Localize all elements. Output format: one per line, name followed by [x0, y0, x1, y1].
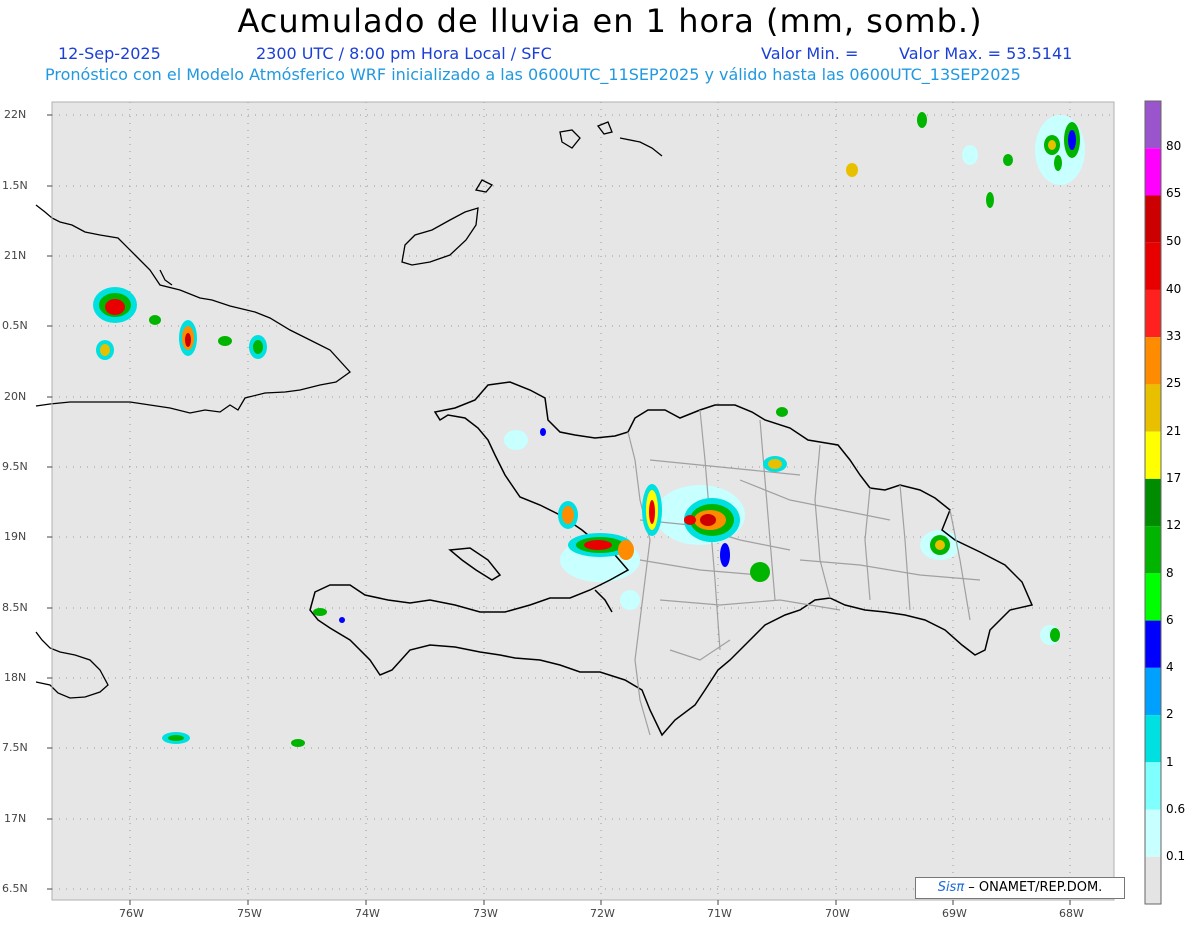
credit-text: – ONAMET/REP.DOM. [964, 880, 1103, 895]
lat-label: 8.5N [2, 601, 28, 614]
colorbar-label: 80 [1166, 139, 1182, 153]
colorbar-segment [1145, 148, 1161, 196]
colorbar-segment [1145, 620, 1161, 668]
map-background [52, 102, 1114, 900]
colorbar-segment [1145, 195, 1161, 243]
colorbar-segment [1145, 242, 1161, 290]
colorbar-segment [1145, 809, 1161, 857]
colorbar-segment [1145, 667, 1161, 716]
colorbar-segment [1145, 762, 1161, 810]
colorbar-segment [1145, 715, 1161, 763]
lon-label: 68W [1059, 907, 1084, 920]
colorbar-segment [1145, 431, 1161, 479]
colorbar-segment [1145, 289, 1161, 338]
colorbar-label: 40 [1166, 282, 1182, 296]
colorbar-label: 50 [1166, 234, 1182, 248]
lon-label: 69W [942, 907, 967, 920]
sispi-logo: Sisπ [937, 880, 965, 895]
lat-label: 20N [4, 390, 27, 403]
lon-label: 72W [590, 907, 615, 920]
colorbar-label: 0.6 [1166, 802, 1186, 816]
colorbar-label: 6 [1166, 613, 1174, 627]
colorbar-segment [1145, 337, 1161, 385]
lat-label: 7.5N [2, 741, 28, 754]
colorbar-label: 65 [1166, 186, 1182, 200]
colorbar-segment [1145, 573, 1161, 621]
lat-label: 0.5N [2, 319, 28, 332]
colorbar-segment [1145, 384, 1161, 432]
colorbar-label: 17 [1166, 471, 1182, 485]
lon-label: 73W [473, 907, 498, 920]
lon-label: 71W [707, 907, 732, 920]
colorbar-label: 4 [1166, 660, 1174, 674]
colorbar-segment [1145, 526, 1161, 574]
lon-label: 76W [119, 907, 144, 920]
colorbar-label: 12 [1166, 518, 1182, 532]
lon-label: 75W [237, 907, 262, 920]
lat-label: 18N [4, 671, 27, 684]
colorbar-segment [1145, 856, 1161, 904]
colorbar-label: 33 [1166, 329, 1182, 343]
lon-label: 70W [825, 907, 850, 920]
colorbar-label: 25 [1166, 376, 1182, 390]
colorbar-label: 0.1 [1166, 849, 1186, 863]
lat-label: 21N [4, 249, 27, 262]
lat-label: 9.5N [2, 460, 28, 473]
credit-box: Sisπ – ONAMET/REP.DOM. [915, 877, 1125, 899]
rainfall-map [35, 100, 1162, 905]
lat-label: 6.5N [2, 882, 28, 895]
colorbar-segment [1145, 478, 1161, 527]
lat-label: 22N [4, 108, 27, 121]
lat-label: 1.5N [2, 179, 28, 192]
colorbar-label: 21 [1166, 424, 1182, 438]
colorbar-label: 8 [1166, 566, 1174, 580]
colorbar-label: 2 [1166, 707, 1174, 721]
colorbar [1144, 100, 1162, 905]
lat-label: 17N [4, 812, 27, 825]
colorbar-label: 1 [1166, 755, 1174, 769]
colorbar-segment [1145, 101, 1161, 149]
lon-label: 74W [355, 907, 380, 920]
lat-label: 19N [4, 530, 27, 543]
